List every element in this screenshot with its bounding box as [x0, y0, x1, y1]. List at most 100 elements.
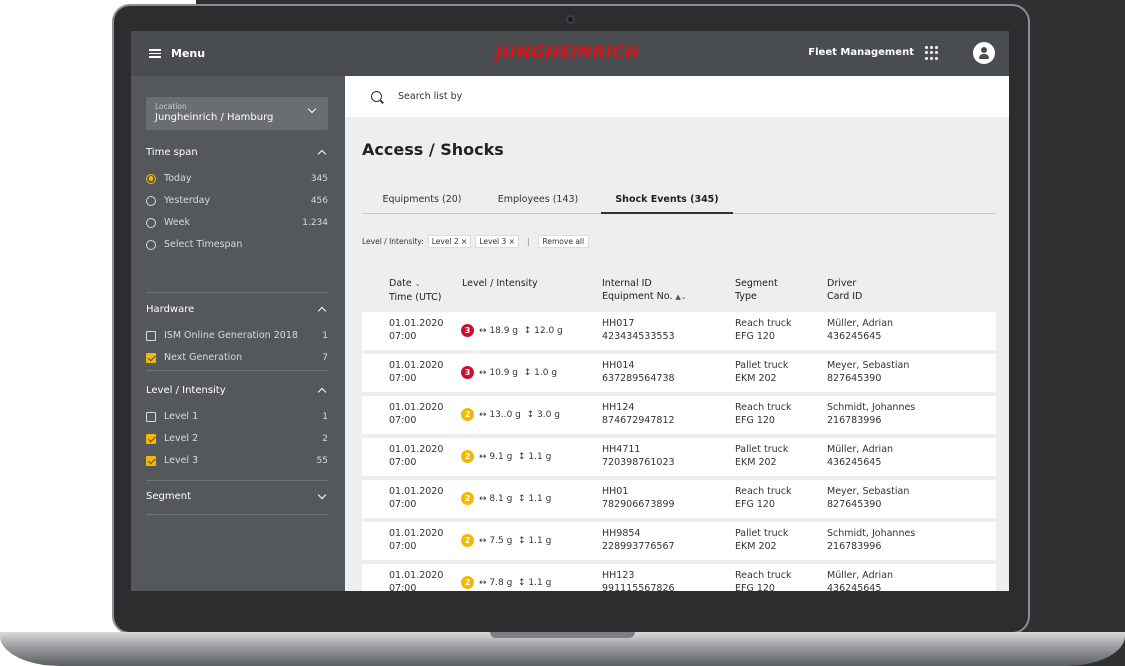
col-time-label: Time (UTC) — [389, 292, 442, 303]
app-grid-icon[interactable] — [925, 46, 939, 60]
table-row[interactable]: 01.01.2020 07:00 2 ↔ 13..0 g ↕ 3.0 g HH1… — [362, 396, 996, 434]
cell-type: EFG 120 — [735, 499, 775, 510]
search-input[interactable] — [398, 91, 798, 102]
vertical-g: ↕ 1.1 g — [518, 535, 552, 546]
cell-date-time: 01.01.2020 07:00 — [389, 485, 443, 511]
segment-header[interactable]: Segment — [146, 489, 328, 503]
cell-card-id: 216783996 — [827, 541, 882, 552]
menu-button[interactable]: Menu — [149, 47, 205, 60]
col-driver[interactable]: Driver Card ID — [827, 277, 862, 303]
col-segment[interactable]: Segment Type — [735, 277, 778, 303]
chevron-down-icon — [317, 490, 327, 499]
cell-internal-id: HH01 782906673899 — [602, 485, 675, 511]
timespan-option[interactable]: Week 1.234 — [146, 216, 328, 229]
radio-icon[interactable] — [146, 239, 156, 250]
sort-icon: ▲⌄ — [675, 293, 687, 301]
search-icon[interactable] — [371, 91, 382, 102]
tab-shock-events[interactable]: Shock Events (345) — [601, 194, 733, 214]
time-span-header[interactable]: Time span — [146, 145, 328, 159]
remove-all-button[interactable]: Remove all — [537, 235, 590, 248]
col-internal-id[interactable]: Internal ID Equipment No. ▲⌄ — [602, 277, 687, 304]
cell-date-time: 01.01.2020 07:00 — [389, 317, 443, 343]
filter-checkbox-option[interactable]: ISM Online Generation 2018 1 — [146, 329, 328, 342]
cell-segment-name: Reach truck — [735, 486, 792, 497]
option-count: 1 — [322, 411, 328, 422]
cell-type: EFG 120 — [735, 415, 775, 426]
filter-checkbox-option[interactable]: Level 1 1 — [146, 410, 328, 423]
table-row[interactable]: 01.01.2020 07:00 3 ↔ 10.9 g ↕ 1.0 g HH01… — [362, 354, 996, 392]
timespan-option[interactable]: Select Timespan — [146, 238, 328, 251]
option-count: 345 — [310, 173, 328, 184]
checkbox-icon[interactable] — [146, 352, 156, 363]
cell-card-id: 436245645 — [827, 583, 882, 591]
cell-internal-id: HH4711 720398761023 — [602, 443, 675, 469]
table-row[interactable]: 01.01.2020 07:00 2 ↔ 9.1 g ↕ 1.1 g HH471… — [362, 438, 996, 476]
hardware-header[interactable]: Hardware — [146, 302, 328, 316]
vertical-g: ↕ 1.0 g — [523, 367, 558, 378]
table-row[interactable]: 01.01.2020 07:00 3 ↔ 18.9 g ↕ 12.0 g HH0… — [362, 312, 996, 350]
radio-icon[interactable] — [146, 173, 156, 184]
level-header[interactable]: Level / Intensity — [146, 383, 328, 397]
app-name: Fleet Management — [808, 47, 914, 58]
timespan-option[interactable]: Yesterday 456 — [146, 194, 328, 207]
hardware-title: Hardware — [146, 303, 195, 315]
location-value: Jungheinrich / Hamburg — [155, 112, 274, 123]
divider — [146, 370, 328, 371]
level-badge: 3 — [461, 366, 474, 379]
cell-card-id: 436245645 — [827, 331, 882, 342]
option-label: Level 1 — [164, 411, 199, 422]
cell-id: HH4711 — [602, 444, 641, 455]
option-label: Select Timespan — [164, 239, 243, 250]
cell-internal-id: HH123 991115567826 — [602, 569, 675, 591]
cell-segment: Reach truck EFG 120 — [735, 401, 791, 427]
cell-segment-name: Reach truck — [735, 318, 792, 329]
table-row[interactable]: 01.01.2020 07:00 2 ↔ 7.8 g ↕ 1.1 g HH123… — [362, 564, 996, 591]
option-label: Level 2 — [164, 433, 199, 444]
option-count: 1 — [322, 330, 328, 341]
cell-date-time: 01.01.2020 07:00 — [389, 359, 443, 385]
cell-equipment-no: 782906673899 — [602, 499, 675, 510]
cell-segment: Pallet truck EKM 202 — [735, 359, 788, 385]
cell-date-time: 01.01.2020 07:00 — [389, 401, 443, 427]
cell-driver: Schmidt, Johannes 216783996 — [827, 527, 915, 553]
cell-internal-id: HH124 874672947812 — [602, 401, 675, 427]
laptop-base — [0, 632, 1125, 666]
cell-level: 3 ↔ 18.9 g ↕ 12.0 g — [461, 324, 563, 337]
menu-label: Menu — [171, 47, 206, 60]
cell-id: HH124 — [602, 402, 635, 413]
jungheinrich-logo[interactable]: JUNGHEINRICH — [496, 43, 639, 63]
tab-equipments[interactable]: Equipments (20) — [362, 194, 482, 214]
location-label: Location — [155, 102, 187, 111]
checkbox-icon[interactable] — [146, 433, 156, 444]
filter-chip-level-3[interactable]: Level 3 × — [475, 235, 519, 248]
level-title: Level / Intensity — [146, 384, 226, 396]
cell-level: 2 ↔ 13..0 g ↕ 3.0 g — [461, 408, 560, 421]
cell-date-time: 01.01.2020 07:00 — [389, 527, 443, 553]
table-row[interactable]: 01.01.2020 07:00 2 ↔ 7.5 g ↕ 1.1 g HH985… — [362, 522, 996, 560]
filter-checkbox-option[interactable]: Level 3 55 — [146, 454, 328, 467]
radio-icon[interactable] — [146, 195, 156, 206]
checkbox-icon[interactable] — [146, 455, 156, 466]
cell-internal-id: HH014 637289564738 — [602, 359, 675, 385]
horizontal-g: ↔ 18.9 g — [479, 325, 519, 336]
col-card-label: Card ID — [827, 291, 863, 302]
option-label: Today — [164, 173, 192, 184]
cell-driver-name: Meyer, Sebastian — [827, 486, 910, 497]
col-date[interactable]: Date ⌄ Time (UTC) — [389, 277, 442, 304]
cell-driver-name: Meyer, Sebastian — [827, 360, 910, 371]
col-level[interactable]: Level / Intensity — [462, 277, 538, 290]
app-screen: Menu JUNGHEINRICH Fleet Management Locat… — [131, 31, 1009, 591]
cell-segment-name: Pallet truck — [735, 528, 789, 539]
level-badge: 2 — [461, 450, 474, 463]
filter-checkbox-option[interactable]: Next Generation 7 — [146, 351, 328, 364]
user-avatar-icon[interactable] — [973, 42, 995, 64]
timespan-option[interactable]: Today 345 — [146, 172, 328, 185]
radio-icon[interactable] — [146, 217, 156, 228]
checkbox-icon[interactable] — [146, 330, 156, 341]
table-row[interactable]: 01.01.2020 07:00 2 ↔ 8.1 g ↕ 1.1 g HH01 … — [362, 480, 996, 518]
filter-chip-level-2[interactable]: Level 2 × — [427, 235, 472, 248]
tab-employees[interactable]: Employees (143) — [482, 194, 594, 214]
location-select[interactable]: Location Jungheinrich / Hamburg — [146, 97, 328, 130]
filter-checkbox-option[interactable]: Level 2 2 — [146, 432, 328, 445]
checkbox-icon[interactable] — [146, 411, 156, 422]
